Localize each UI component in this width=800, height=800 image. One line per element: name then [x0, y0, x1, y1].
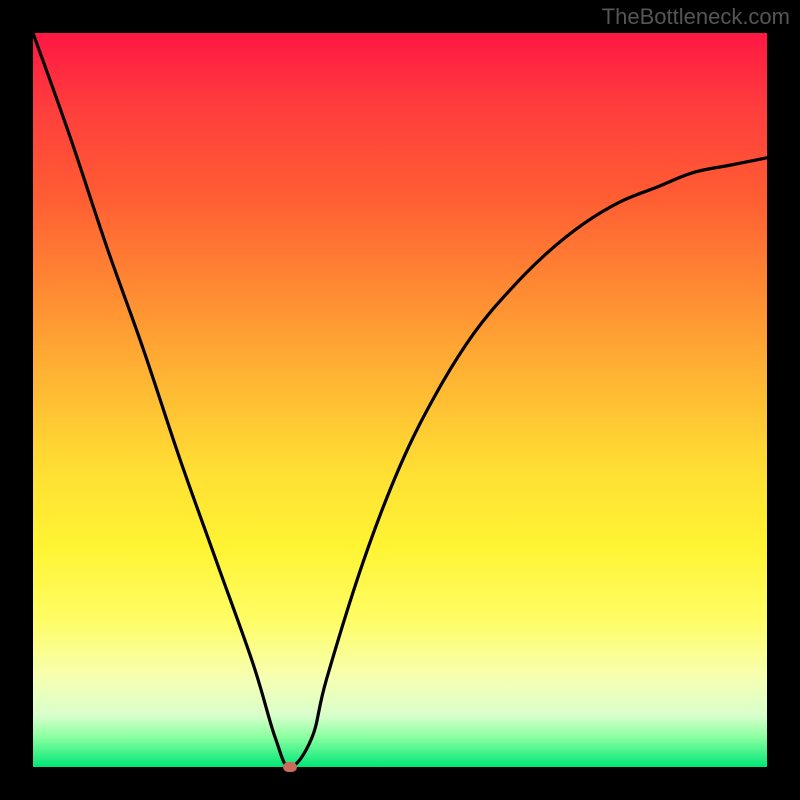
current-point-marker	[283, 762, 297, 772]
chart-plot-area	[33, 33, 767, 767]
bottleneck-curve	[33, 33, 767, 767]
watermark-text: TheBottleneck.com	[602, 4, 790, 30]
